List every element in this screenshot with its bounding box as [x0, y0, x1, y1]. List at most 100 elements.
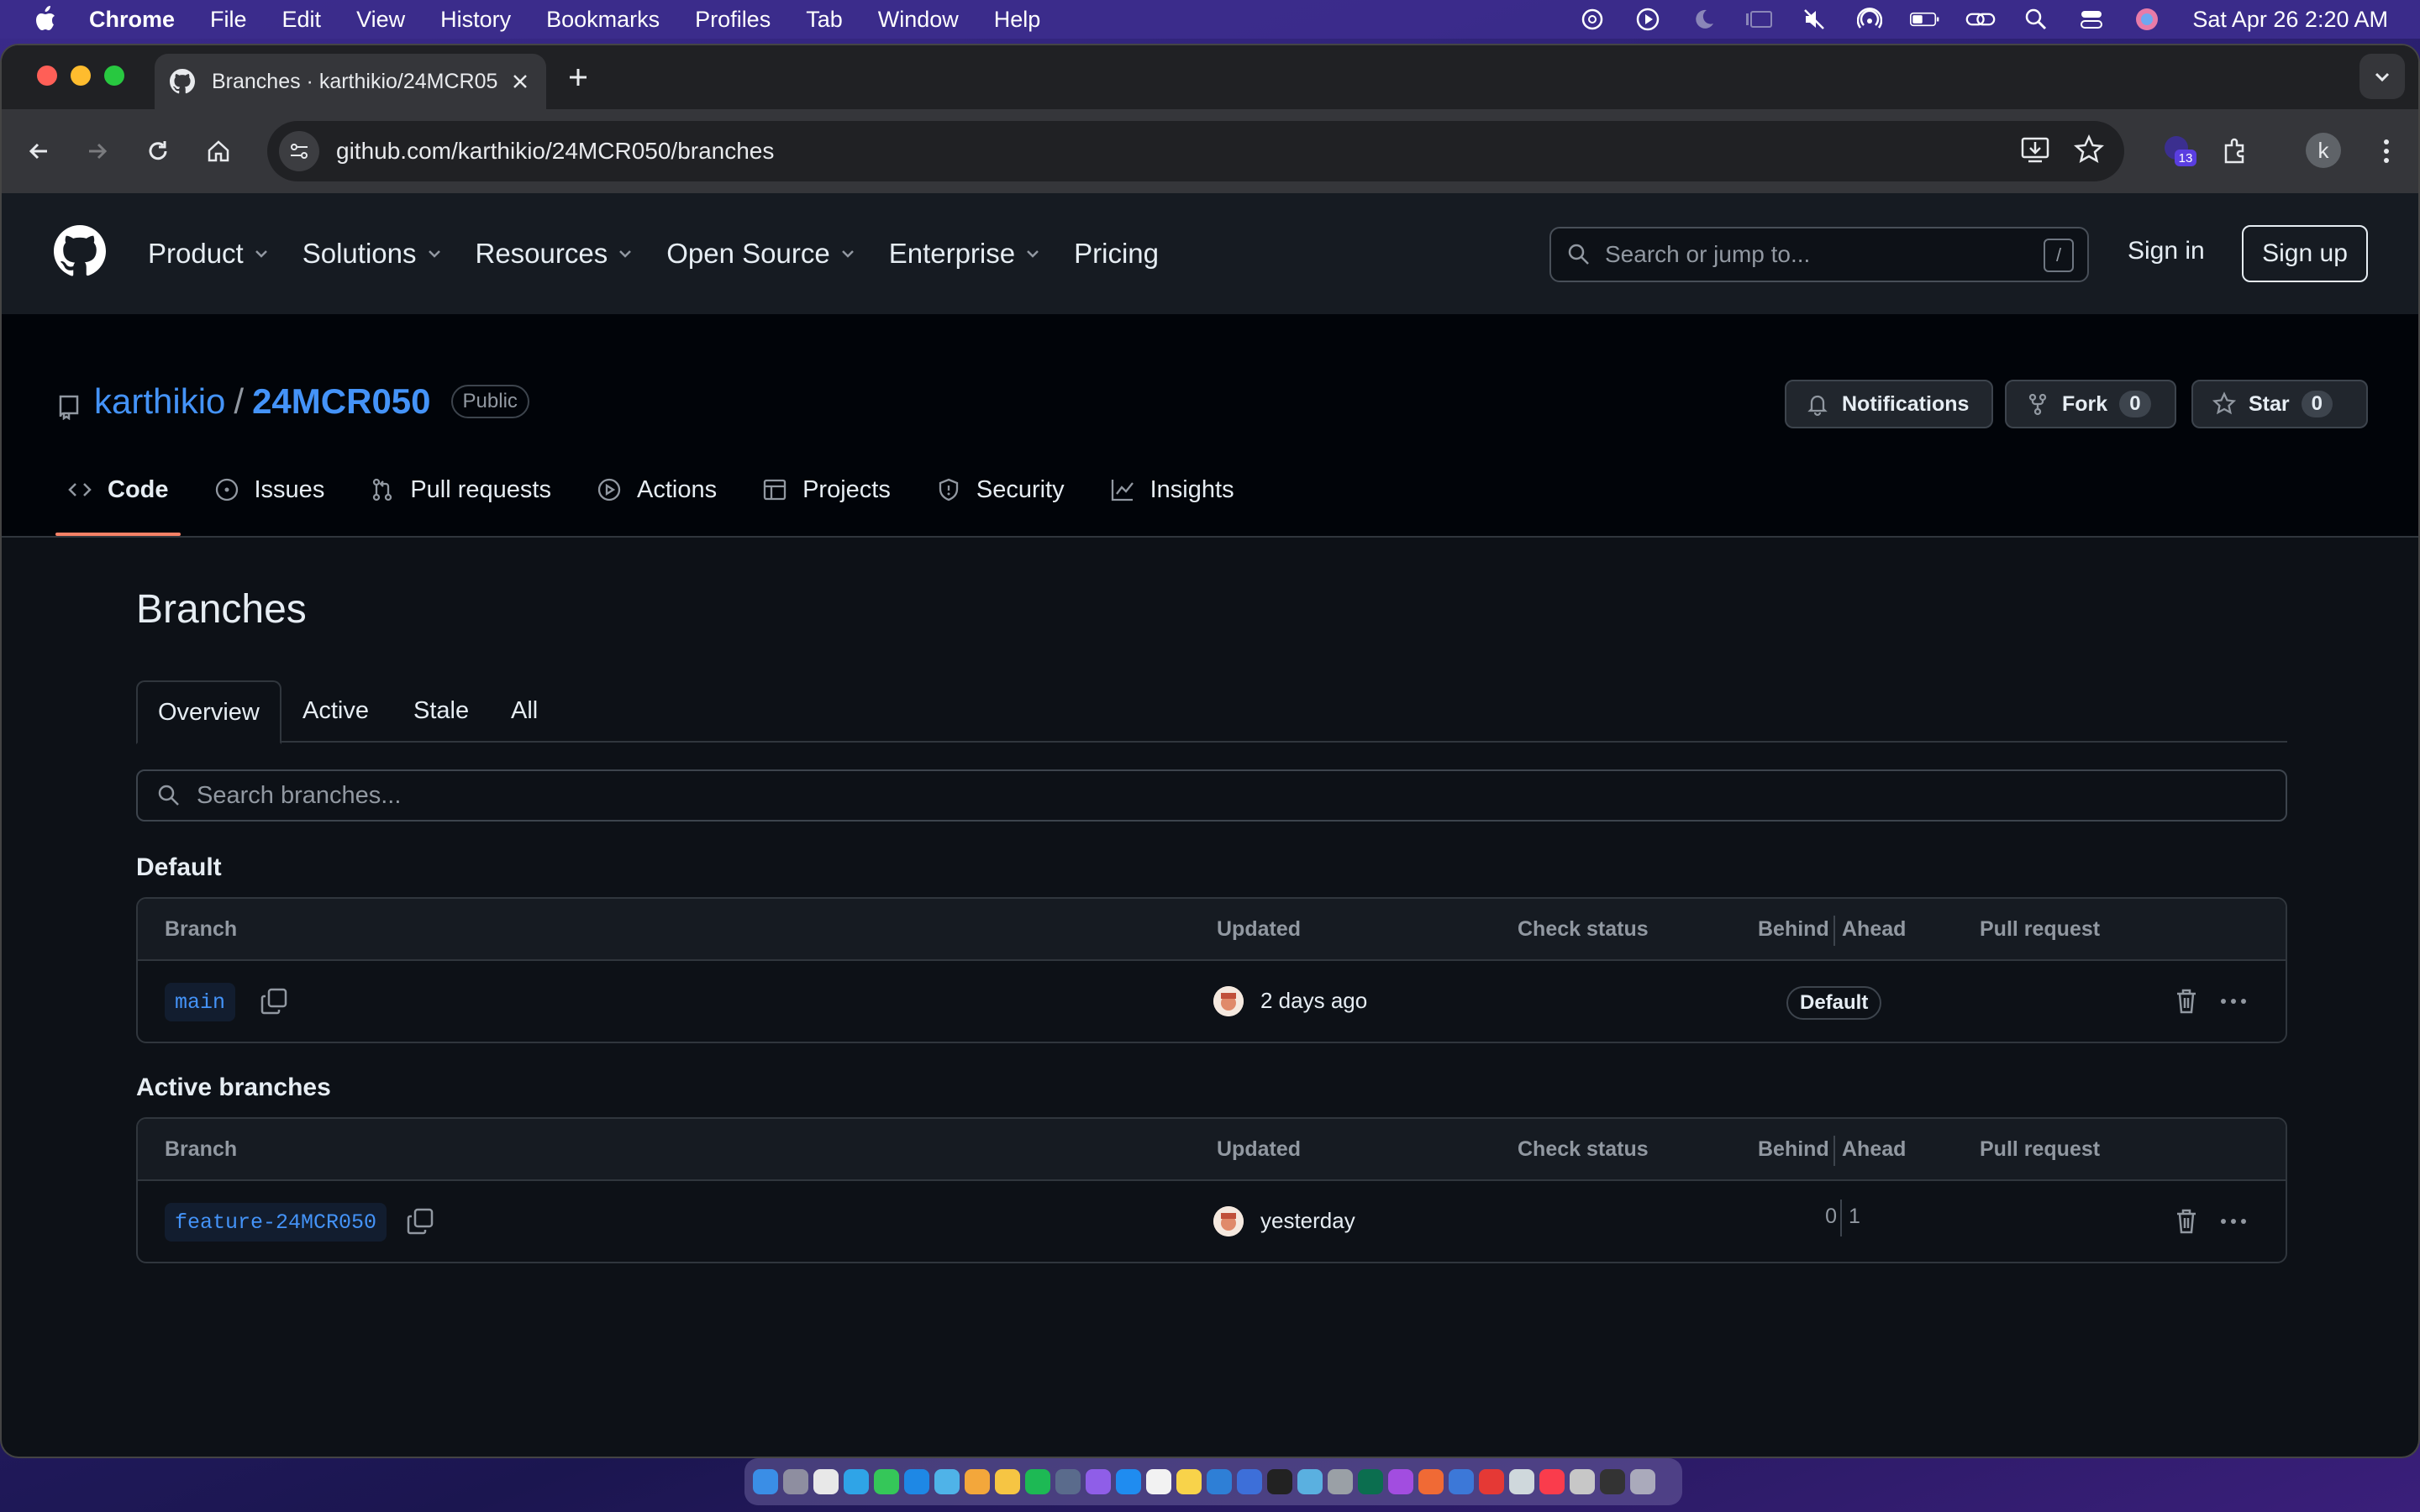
trash-icon[interactable]	[2171, 1206, 2202, 1236]
spotify-icon[interactable]	[1025, 1469, 1050, 1494]
mute-icon[interactable]	[1799, 7, 1829, 32]
music-icon[interactable]	[1539, 1469, 1565, 1494]
subtab-stale[interactable]: Stale	[413, 680, 469, 741]
fork-button[interactable]: Fork 0	[2005, 380, 2176, 428]
extension-badge-icon[interactable]: 13	[2160, 131, 2198, 170]
menu-edit[interactable]: Edit	[282, 7, 322, 33]
stickies-icon[interactable]	[1176, 1469, 1202, 1494]
avatar[interactable]	[1213, 1206, 1244, 1236]
tab-issues[interactable]: Issues	[201, 462, 339, 517]
tab-search-button[interactable]	[2360, 54, 2405, 99]
branch-search-field[interactable]	[136, 769, 2287, 822]
messages-icon[interactable]	[874, 1469, 899, 1494]
site-info-icon[interactable]	[279, 131, 319, 171]
app-icon[interactable]	[1358, 1469, 1383, 1494]
reload-icon[interactable]	[141, 134, 175, 168]
home-icon[interactable]	[202, 134, 235, 168]
repo-name-link[interactable]: 24MCR050	[252, 381, 430, 422]
nav-solutions[interactable]: Solutions	[302, 238, 444, 270]
copy-icon[interactable]	[405, 1206, 435, 1236]
trash-icon[interactable]	[2171, 986, 2202, 1016]
nav-resources[interactable]: Resources	[476, 238, 635, 270]
copy-icon[interactable]	[259, 986, 289, 1016]
menu-bookmarks[interactable]: Bookmarks	[546, 7, 660, 33]
subtab-overview[interactable]: Overview	[136, 680, 281, 744]
app-icon[interactable]	[1509, 1469, 1534, 1494]
minimize-window-button[interactable]	[71, 66, 91, 86]
zoom-window-button[interactable]	[104, 66, 124, 86]
menu-tab[interactable]: Tab	[806, 7, 843, 33]
subtab-all[interactable]: All	[511, 680, 538, 741]
tab-projects[interactable]: Projects	[749, 462, 904, 517]
nav-pricing[interactable]: Pricing	[1074, 238, 1159, 270]
new-tab-icon[interactable]	[563, 62, 593, 92]
app-icon[interactable]	[1418, 1469, 1444, 1494]
nav-enterprise[interactable]: Enterprise	[889, 238, 1042, 270]
branch-name-link[interactable]: main	[165, 983, 236, 1021]
control-center-icon[interactable]	[2076, 7, 2107, 32]
maps-icon[interactable]	[934, 1469, 960, 1494]
play-icon[interactable]	[1633, 7, 1663, 32]
address-url[interactable]: github.com/karthikio/24MCR050/branches	[336, 138, 774, 165]
nav-product[interactable]: Product	[148, 238, 271, 270]
profile-avatar[interactable]: k	[2306, 133, 2341, 168]
link-icon[interactable]	[1965, 7, 1996, 32]
settings-icon[interactable]	[1328, 1469, 1353, 1494]
address-bar[interactable]: github.com/karthikio/24MCR050/branches	[267, 121, 2124, 181]
moon-icon[interactable]	[1688, 7, 1718, 32]
branch-search-input[interactable]	[195, 780, 2215, 811]
menu-app-name[interactable]: Chrome	[89, 7, 175, 33]
app-icon[interactable]	[1237, 1469, 1262, 1494]
notes-icon[interactable]	[995, 1469, 1020, 1494]
chrome-icon[interactable]	[813, 1469, 839, 1494]
menu-view[interactable]: View	[356, 7, 405, 33]
apple-logo-icon[interactable]	[32, 5, 57, 34]
notifications-button[interactable]: Notifications	[1785, 380, 1993, 428]
more-options-icon[interactable]	[2217, 986, 2250, 1016]
openai-icon[interactable]	[1577, 7, 1607, 32]
spotlight-search-icon[interactable]	[2021, 7, 2051, 32]
app-store-icon[interactable]	[1116, 1469, 1141, 1494]
extensions-puzzle-icon[interactable]	[2218, 134, 2252, 168]
trash-bin-icon[interactable]	[1630, 1469, 1655, 1494]
photos-icon[interactable]	[965, 1469, 990, 1494]
repo-owner-link[interactable]: karthikio	[94, 381, 225, 422]
app-icon[interactable]	[1297, 1469, 1323, 1494]
github-search-input[interactable]: Search or jump to... /	[1549, 227, 2089, 282]
browser-tab-active[interactable]: Branches · karthikio/24MCR050	[155, 54, 546, 109]
menu-window[interactable]: Window	[878, 7, 959, 33]
subtab-active[interactable]: Active	[302, 680, 369, 741]
menu-profiles[interactable]: Profiles	[695, 7, 771, 33]
app-icon[interactable]	[1449, 1469, 1474, 1494]
finder-icon[interactable]	[753, 1469, 778, 1494]
forward-icon[interactable]	[81, 134, 114, 168]
tab-insights[interactable]: Insights	[1097, 462, 1248, 517]
mail-icon[interactable]	[904, 1469, 929, 1494]
podcasts-icon[interactable]	[1388, 1469, 1413, 1494]
close-window-button[interactable]	[37, 66, 57, 86]
tab-actions[interactable]: Actions	[583, 462, 730, 517]
app-icon[interactable]	[1146, 1469, 1171, 1494]
battery-icon[interactable]	[1910, 7, 1940, 32]
menu-file[interactable]: File	[210, 7, 247, 33]
sign-up-button[interactable]: Sign up	[2242, 225, 2368, 282]
sign-in-link[interactable]: Sign in	[2128, 237, 2205, 265]
install-app-icon[interactable]	[2018, 133, 2052, 166]
app-icon[interactable]	[1479, 1469, 1504, 1494]
app-icon[interactable]	[1600, 1469, 1625, 1494]
star-button[interactable]: Star 0	[2191, 380, 2368, 428]
menu-help[interactable]: Help	[994, 7, 1041, 33]
safari-icon[interactable]	[844, 1469, 869, 1494]
app-icon[interactable]	[1570, 1469, 1595, 1494]
terminal-icon[interactable]	[1267, 1469, 1292, 1494]
back-icon[interactable]	[22, 134, 55, 168]
launchpad-icon[interactable]	[783, 1469, 808, 1494]
tab-security[interactable]: Security	[923, 462, 1078, 517]
close-tab-icon[interactable]	[509, 71, 531, 92]
screen-mirror-icon[interactable]	[1744, 7, 1774, 32]
vscode-icon[interactable]	[1207, 1469, 1232, 1494]
siri-icon[interactable]	[2132, 7, 2162, 32]
tab-pull-requests[interactable]: Pull requests	[356, 462, 565, 517]
github-logo-icon[interactable]	[54, 225, 106, 277]
chrome-menu-icon[interactable]	[2370, 134, 2403, 168]
